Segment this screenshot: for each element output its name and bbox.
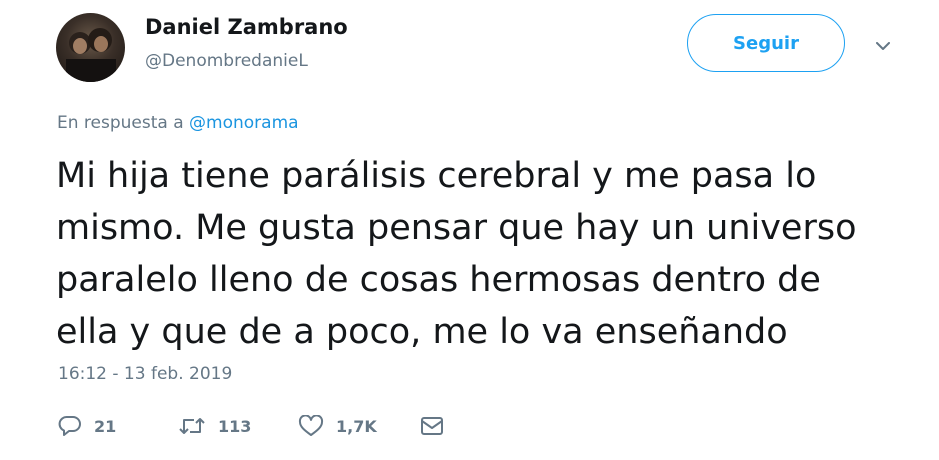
envelope-icon xyxy=(421,417,443,435)
author-handle[interactable]: @DenombredanieL xyxy=(145,51,308,71)
reply-icon xyxy=(58,416,81,436)
tweet-text-line: mismo. Me gusta pensar que hay un univer… xyxy=(56,208,857,248)
reply-count: 21 xyxy=(94,416,117,436)
like-count: 1,7K xyxy=(336,416,377,436)
tweet-text-line: ella y que de a poco, me lo va enseñando xyxy=(56,312,788,352)
chevron-down-icon[interactable] xyxy=(872,36,894,56)
tweet-text: Mi hija tiene parálisis cerebral y me pa… xyxy=(56,150,906,358)
follow-button[interactable]: Seguir xyxy=(687,14,845,72)
reply-button[interactable]: 21 xyxy=(58,412,116,440)
heart-icon xyxy=(298,415,324,436)
reply-mention-link[interactable]: @monorama xyxy=(189,113,299,133)
direct-message-button[interactable] xyxy=(420,412,444,440)
tweet-actions: 21 113 1,7K xyxy=(58,412,478,440)
reply-context-prefix: En respuesta a xyxy=(57,113,184,133)
retweet-button[interactable]: 113 xyxy=(178,412,251,440)
retweet-icon xyxy=(179,418,205,434)
tweet-timestamp[interactable]: 16:12 - 13 feb. 2019 xyxy=(58,364,232,384)
like-button[interactable]: 1,7K xyxy=(298,412,377,440)
reply-context: En respuesta a @monorama xyxy=(57,113,299,133)
retweet-count: 113 xyxy=(218,416,252,436)
avatar-photo xyxy=(66,28,116,82)
tweet-text-line: Mi hija tiene parálisis cerebral y me pa… xyxy=(56,156,817,196)
tweet-text-line: paralelo lleno de cosas hermosas dentro … xyxy=(56,260,821,300)
avatar[interactable] xyxy=(56,13,125,82)
author-name[interactable]: Daniel Zambrano xyxy=(145,15,348,39)
